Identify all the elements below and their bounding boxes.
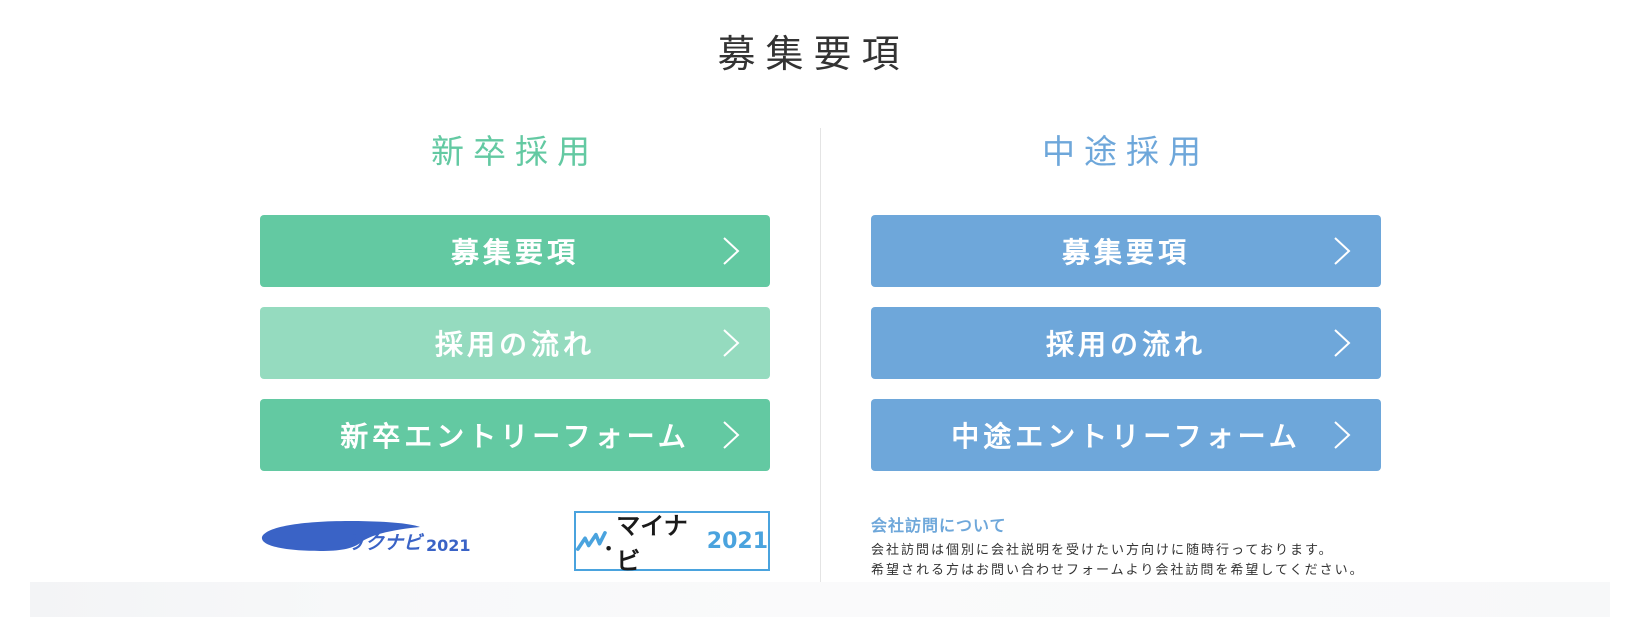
mid-career-heading: 中途採用 <box>1042 132 1210 171</box>
chevron-right-icon <box>1334 421 1351 449</box>
company-visit-title: 会社訪問について <box>871 516 1007 535</box>
mid-career-requirements-button[interactable]: 募集要項 <box>871 215 1381 287</box>
mid-career-flow-button[interactable]: 採用の流れ <box>871 307 1381 379</box>
chevron-right-icon <box>1334 237 1351 265</box>
mynavi-text: マイナビ <box>616 512 688 575</box>
company-visit-description: 会社訪問は個別に会社説明を受けたい方向けに随時行っております。 希望される方はお… <box>871 541 1365 581</box>
button-label: 採用の流れ <box>1045 328 1206 361</box>
chevron-right-icon <box>723 421 740 449</box>
mynavi-mark-icon <box>576 531 611 551</box>
button-label: 募集要項 <box>450 236 579 269</box>
new-grad-requirements-button[interactable]: 募集要項 <box>260 215 770 287</box>
mynavi-year: 2021 <box>706 528 768 554</box>
chevron-right-icon <box>723 329 740 357</box>
new-grad-flow-button[interactable]: 採用の流れ <box>260 307 770 379</box>
bottom-image-band <box>30 582 1610 617</box>
chevron-right-icon <box>723 237 740 265</box>
new-grad-heading: 新卒採用 <box>431 132 599 171</box>
rikunabi-logo[interactable]: リクナビ 2021 <box>260 515 470 559</box>
page-title: 募集要項 <box>717 32 910 76</box>
button-label: 新卒エントリーフォーム <box>340 420 690 453</box>
button-label: 採用の流れ <box>434 328 595 361</box>
button-label: 募集要項 <box>1061 236 1190 269</box>
chevron-right-icon <box>1334 329 1351 357</box>
column-divider <box>820 128 821 583</box>
mynavi-logo[interactable]: マイナビ 2021 <box>574 511 770 575</box>
rikunabi-year: 2021 <box>426 536 470 555</box>
company-visit-line: 希望される方はお問い合わせフォームより会社訪問を希望してください。 <box>871 563 1365 578</box>
mid-career-entry-form-button[interactable]: 中途エントリーフォーム <box>871 399 1381 471</box>
button-label: 中途エントリーフォーム <box>951 420 1301 453</box>
rikunabi-text: リクナビ <box>346 532 425 554</box>
new-grad-entry-form-button[interactable]: 新卒エントリーフォーム <box>260 399 770 471</box>
company-visit-line: 会社訪問は個別に会社説明を受けたい方向けに随時行っております。 <box>871 543 1334 558</box>
